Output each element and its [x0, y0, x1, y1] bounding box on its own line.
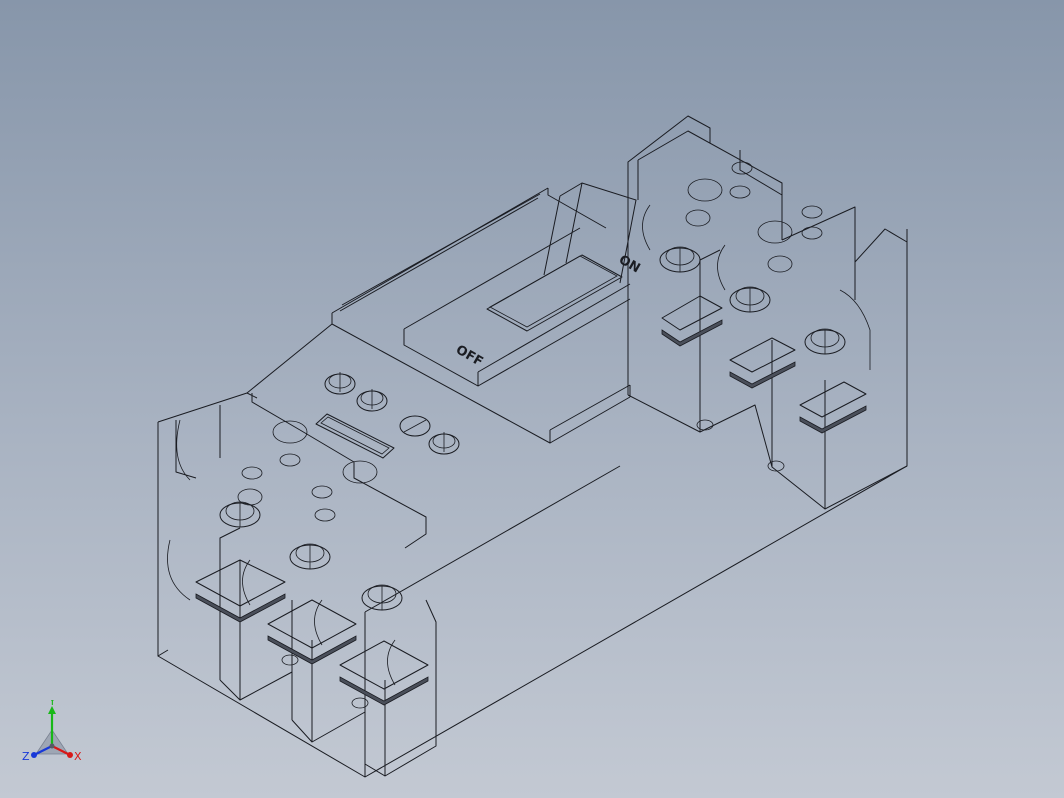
screw-head — [356, 389, 388, 412]
load-terminal-block — [157, 393, 437, 777]
front-panel-details — [315, 372, 460, 459]
z-axis-tip — [31, 752, 37, 758]
on-label: ON — [616, 252, 642, 276]
x-axis-label: X — [74, 750, 82, 763]
terminal-screw — [219, 501, 261, 528]
breaker-wireframe-model[interactable]: ON OFF — [0, 0, 1064, 798]
screw-head — [324, 372, 356, 395]
terminal-screw — [289, 543, 331, 570]
reference-triad: Y X Z — [22, 700, 82, 763]
z-axis-label: Z — [22, 750, 30, 763]
terminal-screw — [361, 584, 403, 611]
terminal-screw — [659, 246, 701, 273]
line-terminal-block — [627, 115, 908, 510]
off-label: OFF — [453, 342, 485, 369]
terminal-screw — [729, 286, 771, 313]
screw-head — [428, 432, 460, 455]
triad-origin — [49, 743, 55, 749]
y-axis-label: Y — [48, 700, 56, 708]
terminal-screw — [804, 328, 846, 355]
nameplate — [315, 413, 395, 459]
screw-head — [399, 415, 431, 437]
graphics-viewport[interactable]: ON OFF Y X Z — [0, 0, 1064, 798]
x-axis-tip — [67, 752, 73, 758]
switch-labels: ON OFF — [453, 252, 642, 369]
breaker-body — [157, 182, 908, 778]
